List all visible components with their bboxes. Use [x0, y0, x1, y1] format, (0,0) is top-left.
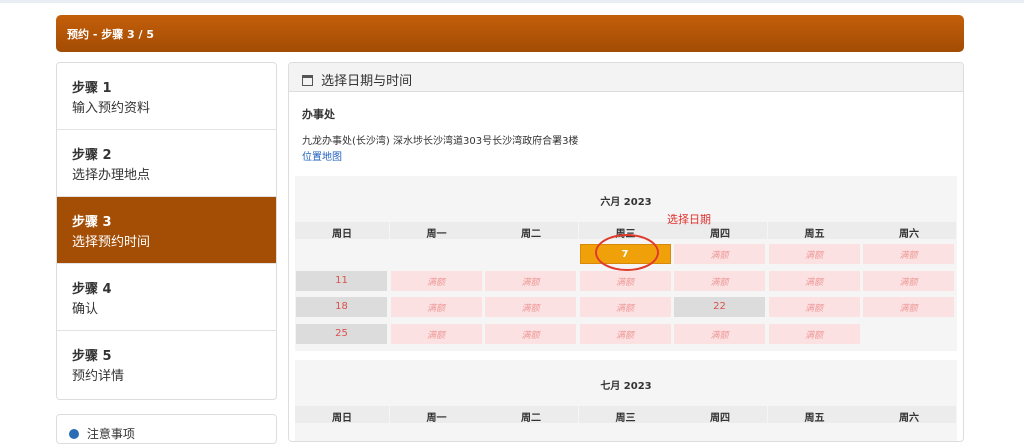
month-title: 七月 2023	[600, 381, 652, 392]
banner-title: 预约 - 步骤 3 / 5	[67, 28, 155, 41]
weekday-header: 周五	[767, 406, 862, 424]
map-link[interactable]: 位置地图	[302, 148, 963, 163]
step-5[interactable]: 步骤 5 预约详情	[57, 331, 276, 398]
date-cell: 满额	[579, 323, 671, 344]
date-cell: 满额	[768, 323, 860, 344]
office-title: 办事处	[302, 108, 335, 121]
date-cell: 满额	[863, 244, 954, 264]
page-banner: 预约 - 步骤 3 / 5	[56, 15, 964, 52]
step-number: 步骤 4	[72, 282, 112, 297]
step-number: 步骤 2	[72, 148, 112, 163]
weekday-header: 周一	[389, 406, 484, 424]
panel-header: 选择日期与时间	[289, 63, 963, 92]
step-label: 输入预约资料	[72, 101, 151, 116]
date-cell: 满额	[768, 244, 860, 264]
weekday-header: 周二	[484, 406, 578, 424]
month-title: 六月 2023	[600, 197, 652, 208]
panel-title: 选择日期与时间	[321, 74, 413, 89]
notice-label: 注意事项	[86, 427, 135, 441]
date-time-panel: 选择日期与时间 办事处 九龙办事处(长沙湾) 深水埗长沙湾道303号长沙湾政府合…	[288, 62, 964, 442]
date-cell: 满额	[863, 270, 954, 291]
step-2[interactable]: 步骤 2 选择办理地点	[57, 130, 276, 197]
office-info: 办事处 九龙办事处(长沙湾) 深水埗长沙湾道303号长沙湾政府合署3楼 位置地图	[289, 92, 963, 163]
weekday-header: 周四	[673, 406, 767, 424]
select-date-hint: 选择日期	[667, 213, 711, 226]
step-number: 步骤 3	[72, 215, 112, 230]
weekday-header: 周一	[389, 222, 484, 240]
date-cell: 满额	[674, 323, 765, 344]
weekday-header: 周三	[578, 406, 673, 424]
weekday-header: 周五	[767, 222, 862, 240]
step-label: 确认	[72, 302, 99, 317]
step-label: 预约详情	[72, 369, 125, 384]
date-cell: 满额	[390, 297, 482, 317]
weekday-header: 周日	[295, 406, 389, 424]
weekday-header: 周二	[484, 222, 578, 240]
office-address: 九龙办事处(长沙湾) 深水埗长沙湾道303号长沙湾政府合署3楼	[302, 136, 579, 147]
date-cell: 满额	[485, 323, 576, 344]
date-cell: 满额	[485, 297, 576, 317]
selection-highlight-circle	[595, 234, 659, 271]
step-3[interactable]: 步骤 3 选择预约时间	[57, 197, 276, 264]
date-cell: 满额	[390, 270, 482, 291]
date-cell: 满额	[579, 270, 671, 291]
step-label: 选择办理地点	[72, 168, 151, 183]
date-cell[interactable]: 25	[296, 323, 387, 344]
date-cell: 满额	[674, 270, 765, 291]
date-cell: 满额	[768, 297, 860, 317]
weekday-header: 周日	[295, 222, 389, 240]
date-cell: 满额	[579, 297, 671, 317]
weekday-header: 周六	[862, 406, 956, 424]
step-4[interactable]: 步骤 4 确认	[57, 264, 276, 331]
step-number: 步骤 5	[72, 349, 112, 364]
date-cell: 满额	[390, 323, 482, 344]
date-cell: 满额	[485, 270, 576, 291]
calendar-icon	[302, 75, 313, 86]
notice-panel[interactable]: 注意事项	[56, 414, 277, 444]
date-cell[interactable]: 18	[296, 297, 387, 317]
steps-sidebar: 步骤 1 输入预约资料 步骤 2 选择办理地点 步骤 3 选择预约时间 步骤 4…	[56, 62, 277, 400]
weekday-header: 周六	[862, 222, 956, 240]
date-cell: 满额	[768, 270, 860, 291]
date-cell: 满额	[674, 244, 765, 264]
month-july: 七月 2023 周日 周一 周二 周三 周四 周五 周六	[295, 360, 957, 441]
step-1[interactable]: 步骤 1 输入预约资料	[57, 63, 276, 130]
date-cell[interactable]: 11	[296, 270, 387, 291]
top-divider	[0, 0, 1024, 3]
date-cell: 满额	[863, 297, 954, 317]
date-cell[interactable]: 22	[674, 297, 765, 317]
step-number: 步骤 1	[72, 81, 112, 96]
step-label: 选择预约时间	[72, 235, 151, 250]
